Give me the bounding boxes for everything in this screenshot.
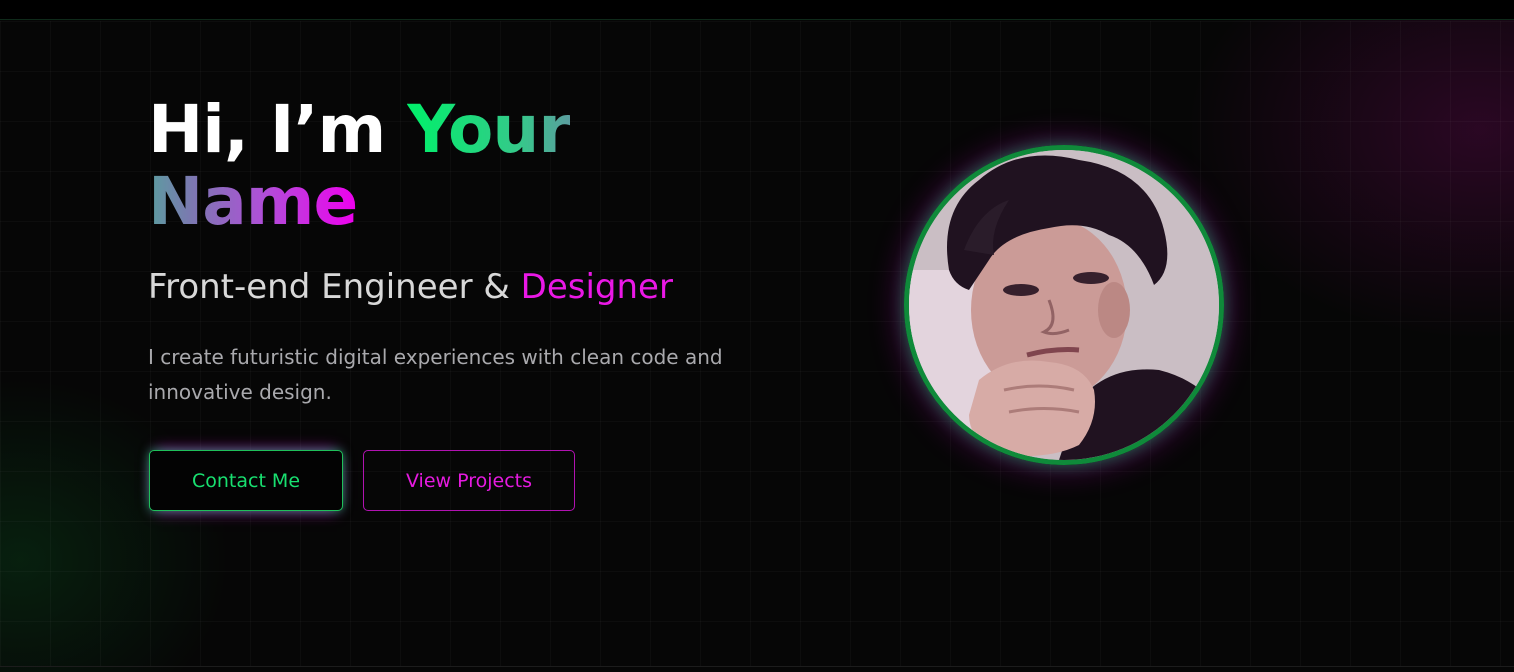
- portfolio-page: Hi, I’m Your Name Front-end Engineer & De…: [0, 0, 1514, 672]
- top-nav-strip: [0, 0, 1514, 20]
- greeting-text: Hi, I’m: [148, 91, 408, 168]
- hero-heading: Hi, I’m Your Name: [148, 94, 708, 238]
- hero-subtitle: Front-end Engineer & Designer: [148, 264, 673, 310]
- hero-bottom-divider: [0, 666, 1514, 667]
- name-part-first: Your: [407, 91, 570, 168]
- view-projects-button[interactable]: View Projects: [363, 450, 575, 511]
- name-part-last: Name: [148, 163, 358, 240]
- profile-avatar: [904, 145, 1224, 465]
- avatar-portrait-icon: [909, 150, 1219, 460]
- hero-description: I create futuristic digital experiences …: [148, 345, 723, 404]
- role-main: Front-end Engineer &: [148, 267, 521, 307]
- contact-me-button[interactable]: Contact Me: [149, 450, 343, 511]
- role-accent: Designer: [520, 267, 673, 307]
